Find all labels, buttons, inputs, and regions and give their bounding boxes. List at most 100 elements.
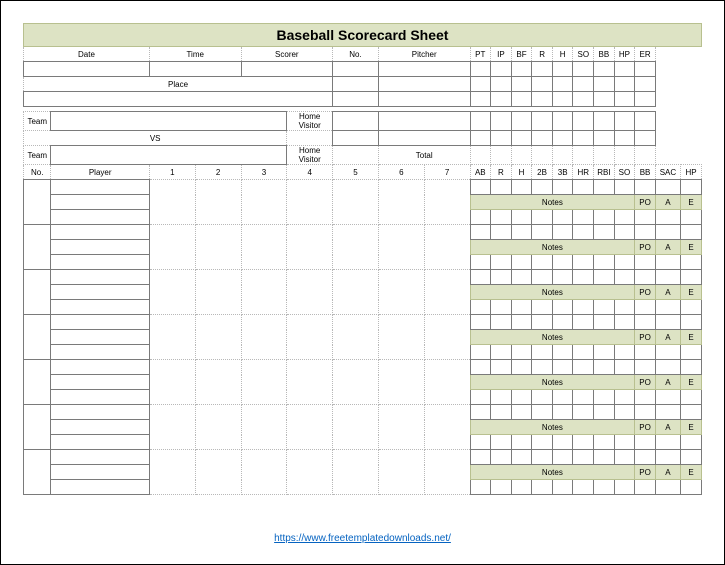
stat-cell[interactable] — [655, 345, 680, 360]
stat-cell[interactable] — [614, 225, 635, 240]
stat-cell[interactable] — [470, 405, 491, 420]
inning-cell[interactable] — [378, 405, 424, 450]
inning-cell[interactable] — [195, 270, 241, 315]
stat-cell[interactable] — [552, 480, 573, 495]
stat-cell[interactable] — [491, 480, 512, 495]
player-no[interactable] — [24, 405, 51, 450]
stat-cell[interactable] — [491, 315, 512, 330]
inning-cell[interactable] — [149, 315, 195, 360]
stat-cell[interactable] — [614, 390, 635, 405]
player-name[interactable] — [51, 285, 149, 300]
stat-cell[interactable] — [470, 225, 491, 240]
stat-cell[interactable] — [511, 360, 532, 375]
inning-cell[interactable] — [424, 405, 470, 450]
stat-cell[interactable] — [511, 480, 532, 495]
inning-cell[interactable] — [149, 270, 195, 315]
stat-cell[interactable] — [511, 210, 532, 225]
player-name[interactable] — [51, 240, 149, 255]
inning-cell[interactable] — [241, 315, 287, 360]
stat-cell[interactable] — [470, 360, 491, 375]
input-ip-1[interactable] — [491, 62, 512, 77]
inning-cell[interactable] — [378, 360, 424, 405]
inning-cell[interactable] — [241, 405, 287, 450]
stat-cell[interactable] — [491, 360, 512, 375]
inning-cell[interactable] — [424, 225, 470, 270]
input-pitcher-no-4[interactable] — [333, 112, 379, 131]
stat-cell[interactable] — [573, 390, 594, 405]
player-no[interactable] — [24, 360, 51, 405]
stat-cell[interactable] — [491, 180, 512, 195]
inning-cell[interactable] — [149, 450, 195, 495]
player-no[interactable] — [24, 450, 51, 495]
input-pitcher-4[interactable] — [378, 112, 470, 131]
inning-cell[interactable] — [378, 450, 424, 495]
stat-cell[interactable] — [635, 180, 656, 195]
stat-cell[interactable] — [532, 360, 553, 375]
player-name[interactable] — [51, 420, 149, 435]
stat-cell[interactable] — [681, 435, 702, 450]
stat-cell[interactable] — [532, 300, 553, 315]
stat-cell[interactable] — [635, 390, 656, 405]
input-pitcher-1[interactable] — [378, 62, 470, 77]
inning-cell[interactable] — [195, 450, 241, 495]
input-pitcher-3[interactable] — [378, 92, 470, 107]
stat-cell[interactable] — [635, 300, 656, 315]
inning-cell[interactable] — [424, 180, 470, 225]
stat-cell[interactable] — [681, 180, 702, 195]
stat-cell[interactable] — [594, 270, 615, 285]
stat-cell[interactable] — [573, 345, 594, 360]
stat-cell[interactable] — [511, 300, 532, 315]
stat-cell[interactable] — [614, 345, 635, 360]
player-no[interactable] — [24, 315, 51, 360]
inning-cell[interactable] — [424, 315, 470, 360]
input-pitcher-5[interactable] — [378, 131, 470, 146]
inning-cell[interactable] — [378, 270, 424, 315]
stat-cell[interactable] — [491, 435, 512, 450]
stat-cell[interactable] — [681, 225, 702, 240]
player-name[interactable] — [51, 270, 149, 285]
player-name[interactable] — [51, 330, 149, 345]
stat-cell[interactable] — [511, 180, 532, 195]
inning-cell[interactable] — [287, 315, 333, 360]
stat-cell[interactable] — [594, 435, 615, 450]
input-bb-1[interactable] — [594, 62, 615, 77]
stat-cell[interactable] — [614, 255, 635, 270]
stat-cell[interactable] — [573, 180, 594, 195]
stat-cell[interactable] — [491, 405, 512, 420]
stat-cell[interactable] — [552, 300, 573, 315]
stat-cell[interactable] — [681, 255, 702, 270]
stat-cell[interactable] — [655, 390, 680, 405]
inning-cell[interactable] — [241, 225, 287, 270]
inning-cell[interactable] — [287, 270, 333, 315]
player-name[interactable] — [51, 390, 149, 405]
stat-cell[interactable] — [594, 450, 615, 465]
stat-cell[interactable] — [511, 390, 532, 405]
stat-cell[interactable] — [552, 315, 573, 330]
stat-cell[interactable] — [655, 255, 680, 270]
inning-cell[interactable] — [333, 315, 379, 360]
stat-cell[interactable] — [681, 315, 702, 330]
stat-cell[interactable] — [681, 300, 702, 315]
stat-cell[interactable] — [573, 300, 594, 315]
player-name[interactable] — [51, 315, 149, 330]
player-name[interactable] — [51, 360, 149, 375]
stat-cell[interactable] — [573, 210, 594, 225]
stat-cell[interactable] — [532, 435, 553, 450]
inning-cell[interactable] — [333, 405, 379, 450]
input-pt-1[interactable] — [470, 62, 491, 77]
stat-cell[interactable] — [681, 210, 702, 225]
stat-cell[interactable] — [635, 405, 656, 420]
stat-cell[interactable] — [511, 405, 532, 420]
inning-cell[interactable] — [287, 360, 333, 405]
stat-cell[interactable] — [552, 450, 573, 465]
inning-cell[interactable] — [195, 225, 241, 270]
stat-cell[interactable] — [635, 315, 656, 330]
stat-cell[interactable] — [511, 450, 532, 465]
stat-cell[interactable] — [511, 315, 532, 330]
inning-cell[interactable] — [424, 270, 470, 315]
stat-cell[interactable] — [635, 270, 656, 285]
stat-cell[interactable] — [532, 450, 553, 465]
stat-cell[interactable] — [552, 255, 573, 270]
inning-cell[interactable] — [424, 360, 470, 405]
stat-cell[interactable] — [573, 435, 594, 450]
